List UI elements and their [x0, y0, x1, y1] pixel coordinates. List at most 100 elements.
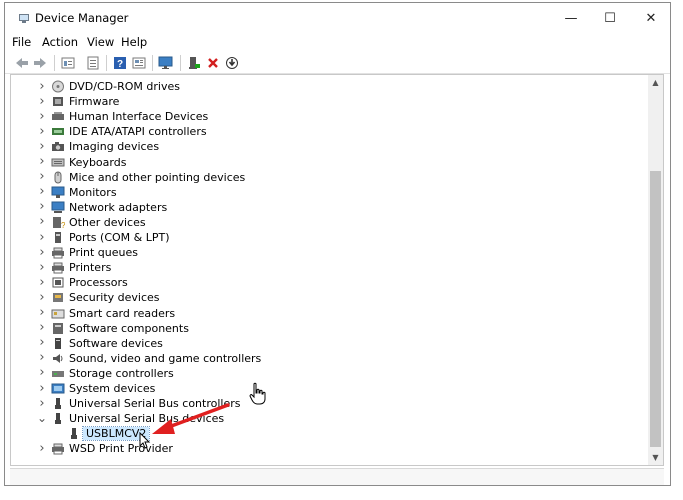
chevron-right-icon[interactable]: › — [37, 245, 47, 260]
tree-item-label: Universal Serial Bus controllers — [69, 397, 241, 411]
tree-category[interactable]: › Processors — [11, 275, 631, 290]
tree-category[interactable]: › Sound, video and game controllers — [11, 350, 631, 366]
maximize-button[interactable]: ☐ — [590, 3, 630, 33]
tree-category[interactable]: › Human Interface Devices — [11, 109, 631, 124]
chevron-right-icon[interactable]: › — [37, 335, 47, 350]
printer-icon — [52, 262, 64, 274]
tree-category[interactable]: › Print queues — [11, 245, 631, 260]
tree-category[interactable]: › Firmware — [11, 94, 631, 109]
tree-category[interactable]: › Storage controllers — [11, 365, 631, 381]
toolbar-separator — [180, 55, 181, 71]
chevron-right-icon[interactable]: › — [37, 214, 47, 229]
toolbar-separator — [152, 55, 153, 71]
tree-category[interactable]: › DVD/CD-ROM drives — [11, 79, 631, 94]
chevron-right-icon[interactable]: › — [37, 396, 47, 411]
svg-text:?: ? — [117, 59, 123, 70]
chevron-right-icon[interactable]: › — [37, 169, 47, 184]
tree-item-label: Universal Serial Bus devices — [69, 412, 225, 426]
close-button[interactable]: ✕ — [631, 3, 671, 33]
tree-category[interactable]: › Mice and other pointing devices — [11, 169, 631, 185]
tree-item-label: Monitors — [69, 185, 117, 199]
tree-item-label: Smart card readers — [69, 306, 176, 320]
scroll-down-arrow[interactable]: ▼ — [648, 450, 663, 465]
scan-hardware-button[interactable] — [158, 55, 174, 71]
chevron-right-icon[interactable]: › — [37, 320, 47, 335]
chevron-right-icon[interactable]: › — [37, 79, 47, 94]
software-component-icon — [53, 322, 63, 334]
tree-item-label: Printers — [69, 261, 112, 275]
title-bar: Device Manager — ☐ ✕ — [5, 3, 670, 33]
menu-bar: File Action View Help — [5, 34, 670, 52]
chevron-right-icon[interactable]: › — [37, 184, 47, 199]
tree-item-label: Processors — [69, 276, 128, 290]
help-button[interactable]: ? — [112, 55, 128, 71]
chevron-right-icon[interactable]: › — [37, 139, 47, 154]
tree-item-label: System devices — [69, 382, 156, 395]
chevron-right-icon[interactable]: › — [37, 305, 47, 320]
properties-icon — [61, 57, 75, 69]
tree-item-label: Sound, video and game controllers — [69, 351, 262, 365]
chevron-down-icon[interactable]: ⌄ — [37, 411, 47, 425]
security-icon — [53, 293, 63, 303]
chevron-right-icon[interactable]: › — [37, 365, 47, 380]
tree-child-item[interactable]: USBLMCV2 — [11, 426, 631, 442]
menu-view[interactable]: View — [87, 35, 114, 49]
chevron-right-icon[interactable]: › — [37, 94, 47, 109]
tree-category[interactable]: › WSD Print Provider — [11, 441, 631, 456]
tree-category[interactable]: › Software components — [11, 320, 631, 336]
usb-icon — [55, 413, 61, 425]
forward-button[interactable] — [32, 55, 48, 71]
chevron-right-icon[interactable]: › — [37, 381, 47, 396]
menu-help[interactable]: Help — [121, 35, 147, 49]
tree-category[interactable]: › IDE ATA/ATAPI controllers — [11, 124, 631, 139]
view-button[interactable] — [131, 55, 147, 71]
update-driver-button[interactable] — [224, 55, 240, 71]
vertical-scrollbar[interactable]: ▲ ▼ — [648, 75, 663, 465]
chevron-right-icon[interactable]: › — [37, 199, 47, 214]
scrollbar-thumb[interactable] — [650, 171, 661, 447]
tree-category[interactable]: ⌄ Universal Serial Bus devices — [11, 411, 631, 426]
enable-device-icon — [189, 57, 200, 69]
ide-icon — [52, 128, 64, 136]
menu-file[interactable]: File — [12, 35, 31, 49]
chevron-right-icon[interactable]: › — [37, 260, 47, 275]
system-icon — [51, 383, 65, 394]
chevron-right-icon[interactable]: › — [37, 124, 47, 139]
tree-category[interactable]: › Imaging devices — [11, 139, 631, 154]
tree-category[interactable]: › Monitors — [11, 184, 631, 200]
chevron-right-icon[interactable]: › — [37, 441, 47, 456]
tree-category[interactable]: › Printers — [11, 260, 631, 275]
monitor-scan-icon — [158, 56, 173, 69]
uninstall-button[interactable] — [205, 55, 221, 71]
tree-category[interactable]: › Network adapters — [11, 199, 631, 215]
chevron-right-icon[interactable]: › — [37, 275, 47, 290]
back-button[interactable] — [14, 55, 30, 71]
svg-text:?: ? — [61, 221, 65, 229]
chevron-right-icon[interactable]: › — [37, 230, 47, 245]
scroll-up-arrow[interactable]: ▲ — [648, 75, 663, 90]
firmware-icon — [53, 97, 63, 107]
chevron-right-icon[interactable]: › — [37, 350, 47, 365]
tree-category[interactable]: › System devices — [11, 381, 631, 396]
properties-button[interactable] — [60, 55, 76, 71]
tree-category[interactable]: › Universal Serial Bus controllers — [11, 396, 631, 411]
tree-category[interactable]: ›? Other devices — [11, 214, 631, 230]
tree-category[interactable]: › Software devices — [11, 335, 631, 351]
software-device-icon — [55, 337, 61, 349]
tree-item-label: Ports (COM & LPT) — [69, 231, 170, 244]
enable-device-button[interactable] — [186, 55, 202, 71]
tree-item-label: Human Interface Devices — [69, 110, 209, 124]
chevron-right-icon[interactable]: › — [37, 109, 47, 124]
chevron-right-icon[interactable]: › — [37, 154, 47, 169]
device-tree[interactable]: ▲ ▼ › DVD/CD-ROM drives › Firmware › Human In… — [10, 74, 664, 466]
show-hide-button[interactable] — [85, 55, 101, 71]
menu-action[interactable]: Action — [42, 35, 78, 49]
processor-icon — [52, 277, 64, 288]
tree-category[interactable]: › Ports (COM & LPT) — [11, 230, 631, 245]
tree-category[interactable]: › Security devices — [11, 290, 631, 305]
minimize-button[interactable]: — — [551, 3, 591, 33]
chevron-right-icon[interactable]: › — [37, 290, 47, 305]
dvd-icon — [52, 80, 64, 93]
tree-category[interactable]: › Keyboards — [11, 154, 631, 170]
tree-category[interactable]: › Smart card readers — [11, 305, 631, 321]
